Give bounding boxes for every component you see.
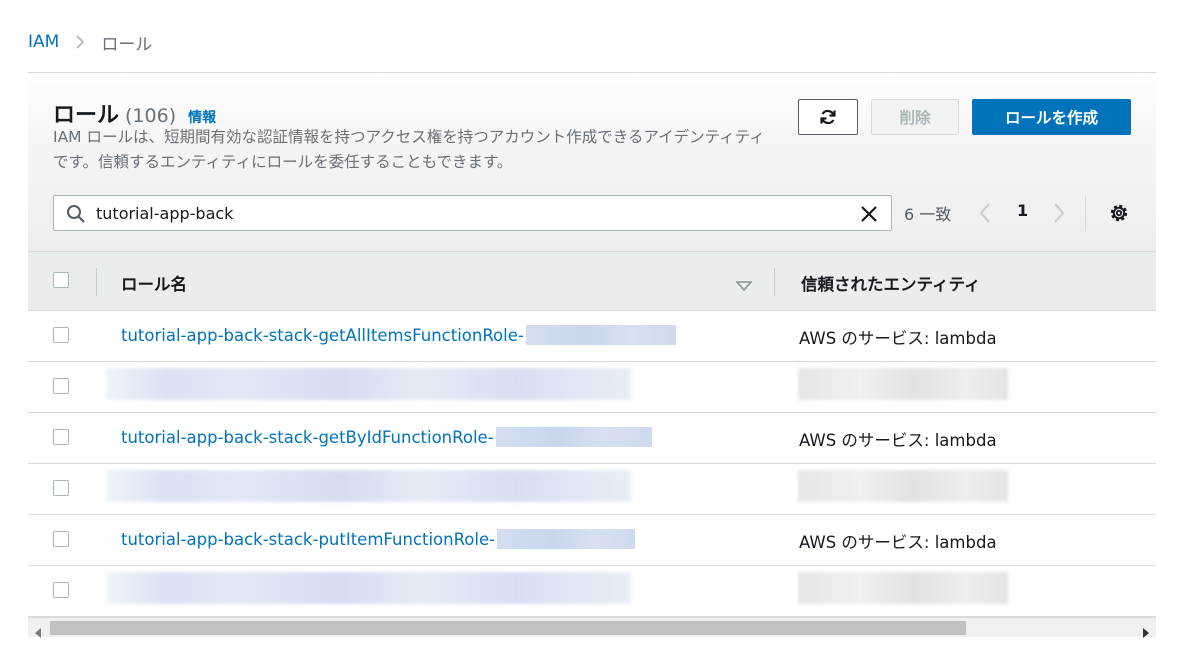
trusted-entity: AWS のサービス: lambda: [799, 329, 997, 348]
role-name-text: tutorial-app-back-stack-getAllItemsFunct…: [121, 325, 524, 345]
pagination-divider: [1085, 195, 1086, 231]
column-divider: [774, 268, 775, 296]
redacted-suffix: [495, 427, 652, 447]
redacted-trusted-entity: [798, 368, 1008, 400]
role-name-link[interactable]: tutorial-app-back-stack-getByIdFunctionR…: [121, 427, 652, 447]
redacted-role-name: [106, 572, 631, 604]
panel-header: ロール (106) 情報 IAM ロールは、短期間有効な認証情報を持つアクセス権…: [28, 73, 1156, 251]
row-checkbox[interactable]: [53, 327, 69, 343]
column-header-role-name[interactable]: ロール名: [121, 271, 187, 295]
column-divider: [96, 268, 97, 296]
delete-button[interactable]: 削除: [871, 99, 959, 135]
roles-panel: ロール (106) 情報 IAM ロールは、短期間有効な認証情報を持つアクセス権…: [28, 72, 1156, 639]
sort-down-icon[interactable]: [735, 276, 753, 295]
scrollbar-thumb[interactable]: [50, 621, 966, 635]
search-icon: [66, 204, 86, 228]
role-name-link[interactable]: tutorial-app-back-stack-putItemFunctionR…: [121, 529, 636, 549]
redacted-suffix: [525, 325, 676, 345]
gear-icon[interactable]: [1108, 202, 1130, 228]
chevron-left-icon[interactable]: [978, 202, 992, 228]
redacted-trusted-entity: [798, 470, 1008, 502]
column-header-trusted-entity[interactable]: 信頼されたエンティティ: [801, 271, 981, 295]
scroll-left-icon[interactable]: [34, 623, 42, 639]
refresh-icon: [820, 109, 836, 125]
breadcrumb-iam-link[interactable]: IAM: [28, 32, 59, 52]
page-description: IAM ロールは、短期間有効な認証情報を持つアクセス権を持つアカウント作成できる…: [53, 128, 765, 171]
search-input[interactable]: [96, 200, 836, 226]
breadcrumb: IAM ロール: [28, 30, 153, 55]
redacted-trusted-entity: [798, 572, 1008, 604]
horizontal-scrollbar[interactable]: [28, 617, 1156, 639]
current-page[interactable]: 1: [1017, 201, 1028, 220]
search-box: [53, 195, 892, 231]
table-row[interactable]: tutorial-app-back-stack-getAllItemsFunct…: [28, 311, 1156, 362]
role-name-text: tutorial-app-back-stack-putItemFunctionR…: [121, 529, 496, 549]
table-row-redacted[interactable]: [28, 362, 1156, 413]
trusted-entity: AWS のサービス: lambda: [799, 431, 997, 450]
create-role-button[interactable]: ロールを作成: [972, 99, 1131, 135]
refresh-button[interactable]: [798, 99, 858, 135]
match-count: 6 一致: [904, 205, 952, 224]
chevron-right-icon[interactable]: [1052, 202, 1066, 228]
redacted-suffix: [497, 529, 636, 549]
breadcrumb-current: ロール: [101, 34, 153, 55]
clear-search-icon[interactable]: [859, 204, 879, 228]
row-checkbox[interactable]: [53, 582, 69, 598]
table-row[interactable]: tutorial-app-back-stack-putItemFunctionR…: [28, 515, 1156, 566]
row-checkbox[interactable]: [53, 480, 69, 496]
scroll-right-icon[interactable]: [1142, 623, 1150, 639]
role-count: (106): [125, 105, 177, 127]
row-checkbox[interactable]: [53, 531, 69, 547]
select-all-checkbox[interactable]: [53, 272, 69, 288]
role-name-text: tutorial-app-back-stack-getByIdFunctionR…: [121, 427, 494, 447]
role-name-link[interactable]: tutorial-app-back-stack-getAllItemsFunct…: [121, 325, 676, 345]
table-row-redacted[interactable]: [28, 566, 1156, 617]
table-row-redacted[interactable]: [28, 464, 1156, 515]
row-checkbox[interactable]: [53, 429, 69, 445]
table-row[interactable]: tutorial-app-back-stack-getByIdFunctionR…: [28, 413, 1156, 464]
info-link[interactable]: 情報: [188, 107, 216, 127]
chevron-right-icon: [75, 34, 85, 50]
redacted-role-name: [106, 368, 631, 400]
redacted-role-name: [106, 470, 631, 502]
trusted-entity: AWS のサービス: lambda: [799, 533, 997, 552]
row-checkbox[interactable]: [53, 378, 69, 394]
table-header: ロール名 信頼されたエンティティ: [28, 251, 1156, 311]
